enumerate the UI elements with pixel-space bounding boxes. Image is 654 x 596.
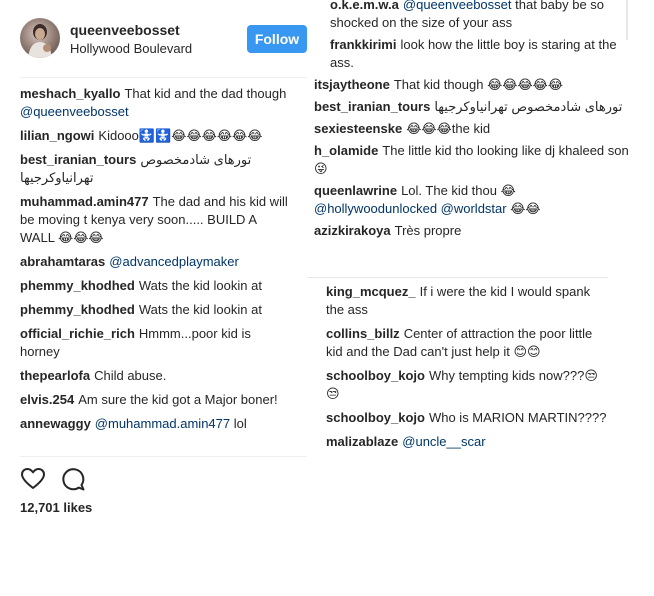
actions-divider — [20, 456, 307, 457]
post-location[interactable]: Hollywood Boulevard — [70, 41, 192, 56]
comment-text: Child abuse. — [94, 368, 167, 383]
comment: frankkirimi look how the little boy is st… — [314, 36, 630, 72]
comment-text: Wats the kid lookin at — [138, 302, 262, 317]
comment-list: meshach_kyallo That kid and the dad thoug… — [20, 85, 290, 439]
comment-username[interactable]: muhammad.amin477 — [20, 194, 149, 209]
comment: muhammad.amin477 The dad and his kid will… — [20, 193, 290, 247]
comment-username[interactable]: lilian_ngowi — [20, 128, 94, 143]
comment-mention[interactable]: @uncle__scar — [402, 434, 485, 449]
comment-text: Who is MARION MARTIN???? — [428, 410, 607, 425]
comment-username[interactable]: elvis.254 — [20, 392, 74, 407]
comment-text-after: 😂😂 — [510, 201, 541, 216]
comment-text: 😂😂😂the kid — [406, 121, 491, 136]
comment: itsjaytheone That kid though 😂😂😂😂😂 — [314, 76, 630, 94]
comment-text: Kidooo🚼🚼😂😂😂😂😂😂 — [98, 128, 263, 143]
comment-username[interactable]: azizkirakoya — [314, 223, 391, 238]
comment: best_iranian_tours تورهای شادمخصوص تهرانی… — [20, 151, 290, 187]
comment: lilian_ngowi Kidooo🚼🚼😂😂😂😂😂😂 — [20, 127, 290, 145]
comment: thepearlofa Child abuse. — [20, 367, 290, 385]
comment-mention[interactable]: @queenveebosset — [20, 104, 129, 119]
comment: meshach_kyallo That kid and the dad thoug… — [20, 85, 290, 121]
comment: official_richie_rich Hmmm...poor kid is h… — [20, 325, 290, 361]
comment: schoolboy_kojo Why tempting kids now???😒😒 — [326, 367, 608, 403]
comment-username[interactable]: annewaggy — [20, 416, 91, 431]
comment-list-continued: o.k.e.m.w.a @queenveebosset that baby be … — [314, 0, 630, 244]
comment-username[interactable]: thepearlofa — [20, 368, 90, 383]
comment: phemmy_khodhed Wats the kid lookin at — [20, 301, 290, 319]
comment-text: Am sure the kid got a Major boner! — [78, 392, 278, 407]
comment: malizablaze @uncle__scar — [326, 433, 608, 451]
comment-username[interactable]: o.k.e.m.w.a — [330, 0, 399, 12]
post-username[interactable]: queenveebosset — [70, 22, 180, 38]
comment: sexiesteenske 😂😂😂the kid — [314, 120, 630, 138]
avatar[interactable] — [20, 18, 60, 58]
comment-mention[interactable]: @queenveebosset — [403, 0, 512, 12]
comment-text: That kid though 😂😂😂😂😂 — [393, 77, 564, 92]
comment: phemmy_khodhed Wats the kid lookin at — [20, 277, 290, 295]
comment-username[interactable]: abrahamtaras — [20, 254, 105, 269]
comment-username[interactable]: itsjaytheone — [314, 77, 390, 92]
comment-username[interactable]: king_mcquez_ — [326, 284, 416, 299]
comment-username[interactable]: queenlawrine — [314, 183, 397, 198]
comment: annewaggy @muhammad.amin477 lol — [20, 415, 290, 433]
comment: h_olamide The little kid tho looking like… — [314, 142, 630, 178]
comment-text: That kid and the dad though — [124, 86, 287, 101]
comment-username[interactable]: collins_billz — [326, 326, 400, 341]
comment: best_iranian_tours تورهای شادمخصوص تهرانی… — [314, 98, 630, 116]
comment-text: Wats the kid lookin at — [138, 278, 262, 293]
comment-text-after: lol — [233, 416, 247, 431]
comment: o.k.e.m.w.a @queenveebosset that baby be … — [314, 0, 630, 32]
scrollbar[interactable] — [626, 0, 628, 40]
comment-mention[interactable]: @muhammad.amin477 — [95, 416, 230, 431]
comments-divider — [308, 277, 608, 278]
comment-mention[interactable]: @hollywoodunlocked @worldstar — [314, 201, 507, 216]
heart-icon[interactable] — [20, 466, 46, 492]
comments-overlay: o.k.e.m.w.a @queenveebosset that baby be … — [308, 0, 654, 470]
comment: collins_billz Center of attraction the po… — [326, 325, 608, 361]
comment: azizkirakoya Très propre — [314, 222, 630, 240]
comment-username[interactable]: sexiesteenske — [314, 121, 402, 136]
likes-count[interactable]: 12,701 likes — [20, 500, 92, 515]
header-divider — [20, 77, 307, 78]
comment-mention[interactable]: @advancedplaymaker — [109, 254, 239, 269]
comment-text: Très propre — [394, 223, 462, 238]
comment-username[interactable]: phemmy_khodhed — [20, 302, 135, 317]
comment-username[interactable]: meshach_kyallo — [20, 86, 120, 101]
comment-username[interactable]: best_iranian_tours — [314, 99, 430, 114]
comment-username[interactable]: malizablaze — [326, 434, 398, 449]
comment: abrahamtaras @advancedplaymaker — [20, 253, 290, 271]
post-panel: queenveebosset Hollywood Boulevard Follo… — [0, 0, 316, 596]
comment: schoolboy_kojo Who is MARION MARTIN???? — [326, 409, 608, 427]
comment-username[interactable]: schoolboy_kojo — [326, 410, 425, 425]
comment: queenlawrine Lol. The kid thou 😂 @hollywo… — [314, 182, 630, 218]
comment-username[interactable]: schoolboy_kojo — [326, 368, 425, 383]
comment-username[interactable]: frankkirimi — [330, 37, 396, 52]
comment-list-lower: king_mcquez_ If i were the kid I would sp… — [326, 283, 608, 457]
comment: king_mcquez_ If i were the kid I would sp… — [326, 283, 608, 319]
comment-text: Lol. The kid thou 😂 — [401, 183, 516, 198]
post-header: queenveebosset Hollywood Boulevard Follo… — [20, 18, 310, 64]
comment: elvis.254 Am sure the kid got a Major bon… — [20, 391, 290, 409]
comment-username[interactable]: official_richie_rich — [20, 326, 135, 341]
comment-text: تورهای شادمخصوص تهرانیاوکرجیها — [434, 99, 623, 114]
comment-username[interactable]: phemmy_khodhed — [20, 278, 135, 293]
post-actions — [20, 466, 120, 494]
comment-username[interactable]: best_iranian_tours — [20, 152, 136, 167]
speech-bubble-icon[interactable] — [60, 466, 86, 492]
follow-button[interactable]: Follow — [247, 25, 307, 53]
comments-scroll-area[interactable]: o.k.e.m.w.a @queenveebosset that baby be … — [308, 0, 638, 275]
comment-username[interactable]: h_olamide — [314, 143, 378, 158]
